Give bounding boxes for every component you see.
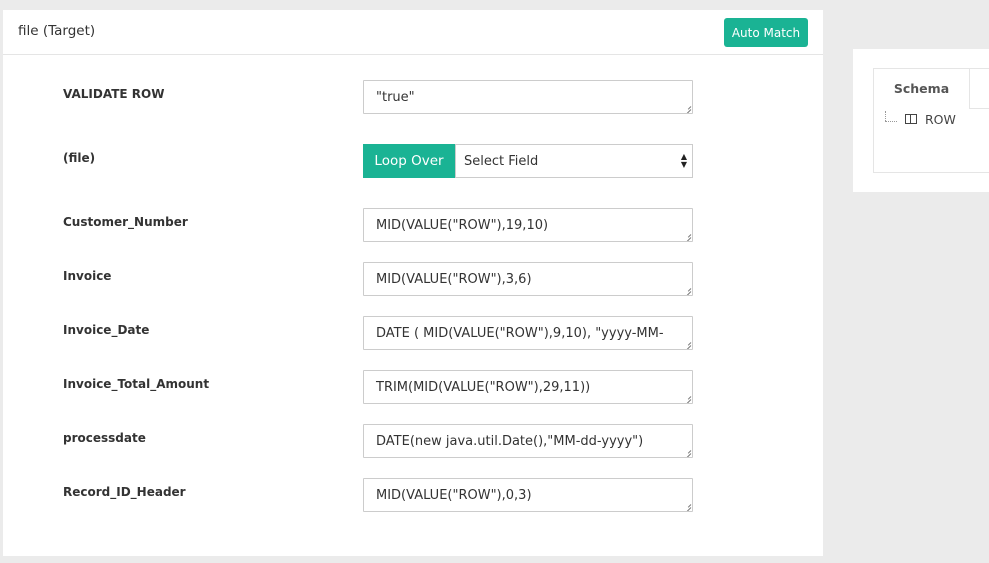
select-value: Select Field <box>464 154 539 169</box>
resize-handle-icon[interactable] <box>683 394 691 402</box>
resize-handle-icon[interactable] <box>683 340 691 348</box>
field-value: MID(VALUE("ROW"),19,10) <box>376 218 549 233</box>
field-label-processdate: processdate <box>63 431 146 445</box>
table-icon <box>905 114 917 124</box>
field-value: "true" <box>376 90 415 105</box>
resize-handle-icon[interactable] <box>683 104 691 112</box>
field-value: MID(VALUE("ROW"),0,3) <box>376 488 532 503</box>
tab-schema[interactable]: Schema <box>874 69 970 109</box>
field-label-invoice-total-amount: Invoice_Total_Amount <box>63 377 210 391</box>
tree-item-row[interactable]: ROW <box>925 112 956 127</box>
field-input-processdate[interactable]: DATE(new java.util.Date(),"MM-dd-yyyy") <box>363 424 693 458</box>
loop-field-select[interactable]: Select Field ▲ ▼ <box>455 144 693 178</box>
field-label-invoice: Invoice <box>63 269 112 283</box>
schema-panel: Schema ROW <box>853 49 989 192</box>
resize-handle-icon[interactable] <box>683 232 691 240</box>
field-value: TRIM(MID(VALUE("ROW"),29,11)) <box>376 380 591 395</box>
select-arrows-icon: ▲ ▼ <box>680 152 687 169</box>
field-value: DATE ( MID(VALUE("ROW"),9,10), "yyyy-MM- <box>376 326 664 341</box>
panel-header: file (Target) Auto Match <box>3 10 823 55</box>
field-label-file: (file) <box>63 151 96 165</box>
field-input-validate-row[interactable]: "true" <box>363 80 693 114</box>
auto-match-button[interactable]: Auto Match <box>724 18 808 47</box>
panel-title: file (Target) <box>18 23 96 39</box>
field-input-customer-number[interactable]: MID(VALUE("ROW"),19,10) <box>363 208 693 242</box>
field-value: DATE(new java.util.Date(),"MM-dd-yyyy") <box>376 434 644 449</box>
field-input-invoice[interactable]: MID(VALUE("ROW"),3,6) <box>363 262 693 296</box>
tab-divider <box>970 108 989 109</box>
field-label-invoice-date: Invoice_Date <box>63 323 150 337</box>
loop-over-group: Loop Over Select Field ▲ ▼ <box>363 144 693 178</box>
resize-handle-icon[interactable] <box>683 502 691 510</box>
field-input-invoice-total-amount[interactable]: TRIM(MID(VALUE("ROW"),29,11)) <box>363 370 693 404</box>
field-label-record-id-header: Record_ID_Header <box>63 485 186 499</box>
tree-connector <box>885 121 897 122</box>
field-label-validate-row: VALIDATE ROW <box>63 87 165 101</box>
field-value: MID(VALUE("ROW"),3,6) <box>376 272 532 287</box>
page: file (Target) Auto Match VALIDATE ROW "t… <box>0 0 989 563</box>
field-input-invoice-date[interactable]: DATE ( MID(VALUE("ROW"),9,10), "yyyy-MM- <box>363 316 693 350</box>
resize-handle-icon[interactable] <box>683 448 691 456</box>
target-panel: file (Target) Auto Match VALIDATE ROW "t… <box>3 10 823 556</box>
field-label-customer-number: Customer_Number <box>63 215 188 229</box>
loop-over-button[interactable]: Loop Over <box>363 144 455 178</box>
field-input-record-id-header[interactable]: MID(VALUE("ROW"),0,3) <box>363 478 693 512</box>
resize-handle-icon[interactable] <box>683 286 691 294</box>
tree-connector <box>885 111 886 121</box>
